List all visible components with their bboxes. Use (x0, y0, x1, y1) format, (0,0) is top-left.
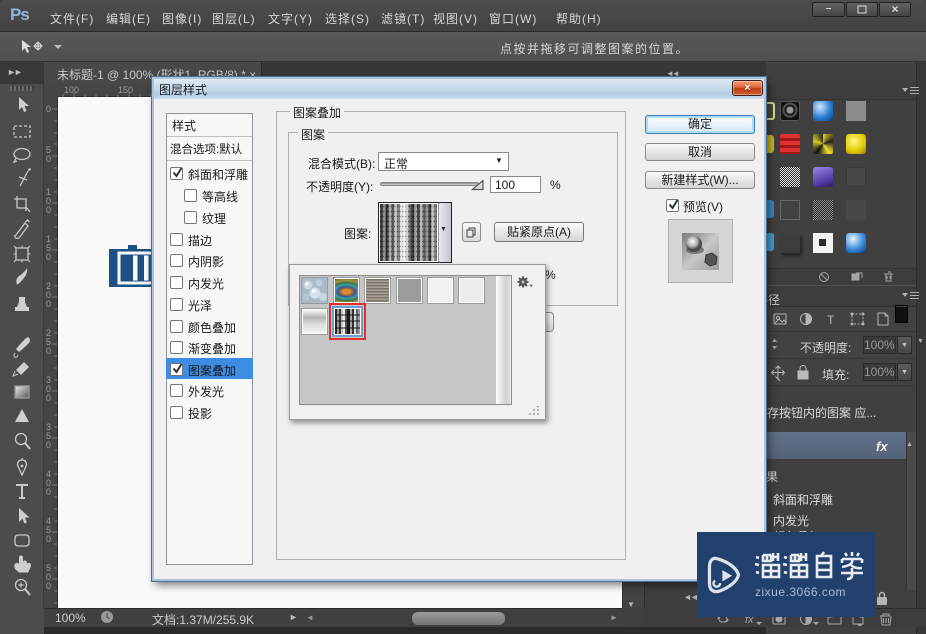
svg-text:0: 0 (46, 393, 51, 403)
svg-text:0: 0 (46, 252, 51, 262)
svg-text:0: 0 (46, 487, 51, 497)
svg-text:0: 0 (46, 154, 51, 164)
svg-text:0: 0 (46, 581, 51, 591)
svg-text:0: 0 (46, 440, 51, 450)
svg-text:T: T (827, 313, 835, 327)
svg-text:0: 0 (46, 299, 51, 309)
svg-text:0: 0 (46, 534, 51, 544)
svg-text:0: 0 (46, 346, 51, 356)
svg-text:0: 0 (46, 104, 51, 114)
svg-text:0: 0 (46, 205, 51, 215)
svg-text:150: 150 (118, 85, 133, 95)
svg-text:100: 100 (64, 85, 79, 95)
